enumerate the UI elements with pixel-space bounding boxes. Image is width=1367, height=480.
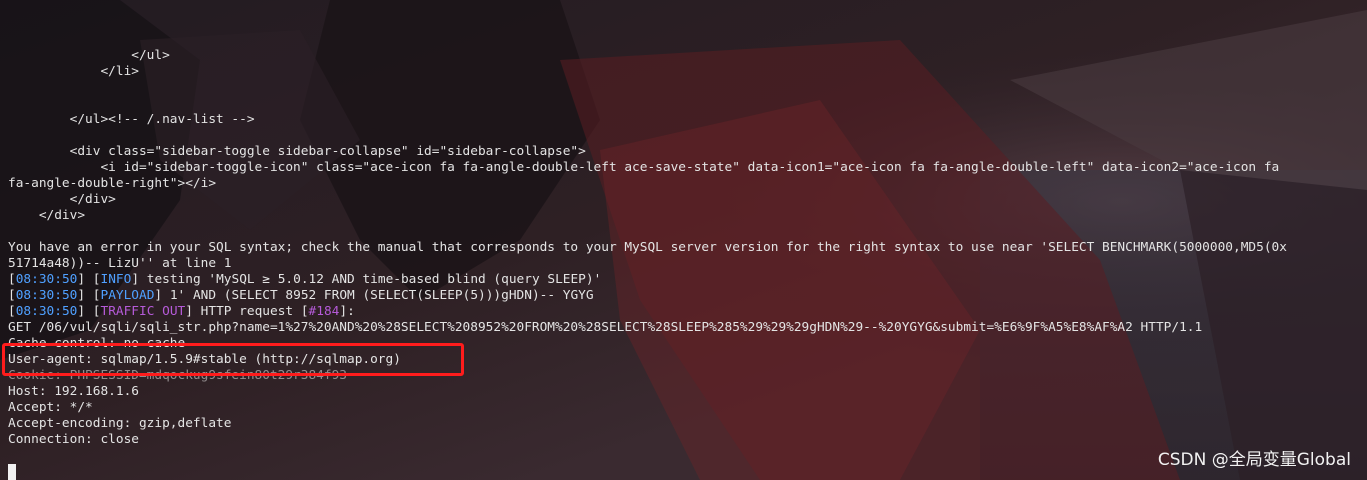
log-message: 1' AND (SELECT 8952 FROM (SELECT(SLEEP(5… [162,288,594,303]
log-timestamp: 08:30:50 [15,272,78,287]
log-message: HTTP request [ [192,304,309,319]
log-line-payload: [08:30:50] [PAYLOAD] 1' AND (SELECT 8952… [8,288,594,303]
terminal-window[interactable]: </ul> </li> </ul><!-- /.nav-list --> <di… [0,0,1367,480]
terminal-line: <div class="sidebar-toggle sidebar-colla… [8,144,586,159]
terminal-line: fa-angle-double-right"></i> [8,176,217,191]
log-line-info: [08:30:50] [INFO] testing 'MySQL ≥ 5.0.1… [8,272,602,287]
sql-error-line: You have an error in your SQL syntax; ch… [8,240,1287,255]
log-line-traffic: [08:30:50] [TRAFFIC OUT] HTTP request [#… [8,304,355,319]
log-level-tag: INFO [100,272,132,287]
csdn-watermark: CSDN @全局变量Global [1157,450,1351,470]
sql-error-line: 51714a48))-- LizU'' at line 1 [8,256,232,271]
log-timestamp: 08:30:50 [15,304,78,319]
http-header: Accept: */* [8,400,93,415]
terminal-line: </ul><!-- /.nav-list --> [8,112,255,127]
terminal-line: </li> [8,64,139,79]
log-level-tag: PAYLOAD [100,288,155,303]
terminal-line: <i id="sidebar-toggle-icon" class="ace-i… [8,160,1280,175]
terminal-line: </ul> [8,48,170,63]
terminal-line: </div> [8,208,86,223]
log-message-tail: ]: [339,304,355,319]
http-request-line: GET /06/vul/sqli/sqli_str.php?name=1%27%… [8,320,1203,335]
http-header: Connection: close [8,432,139,447]
request-number: #184 [308,304,340,319]
http-header: Host: 192.168.1.6 [8,384,139,399]
log-message: testing 'MySQL ≥ 5.0.12 AND time-based b… [139,272,602,287]
highlight-box [2,343,464,376]
log-level-tag: TRAFFIC OUT [100,304,186,319]
log-timestamp: 08:30:50 [15,288,78,303]
terminal-line: </div> [8,192,116,207]
terminal-cursor [8,464,16,480]
http-header: Accept-encoding: gzip,deflate [8,416,232,431]
